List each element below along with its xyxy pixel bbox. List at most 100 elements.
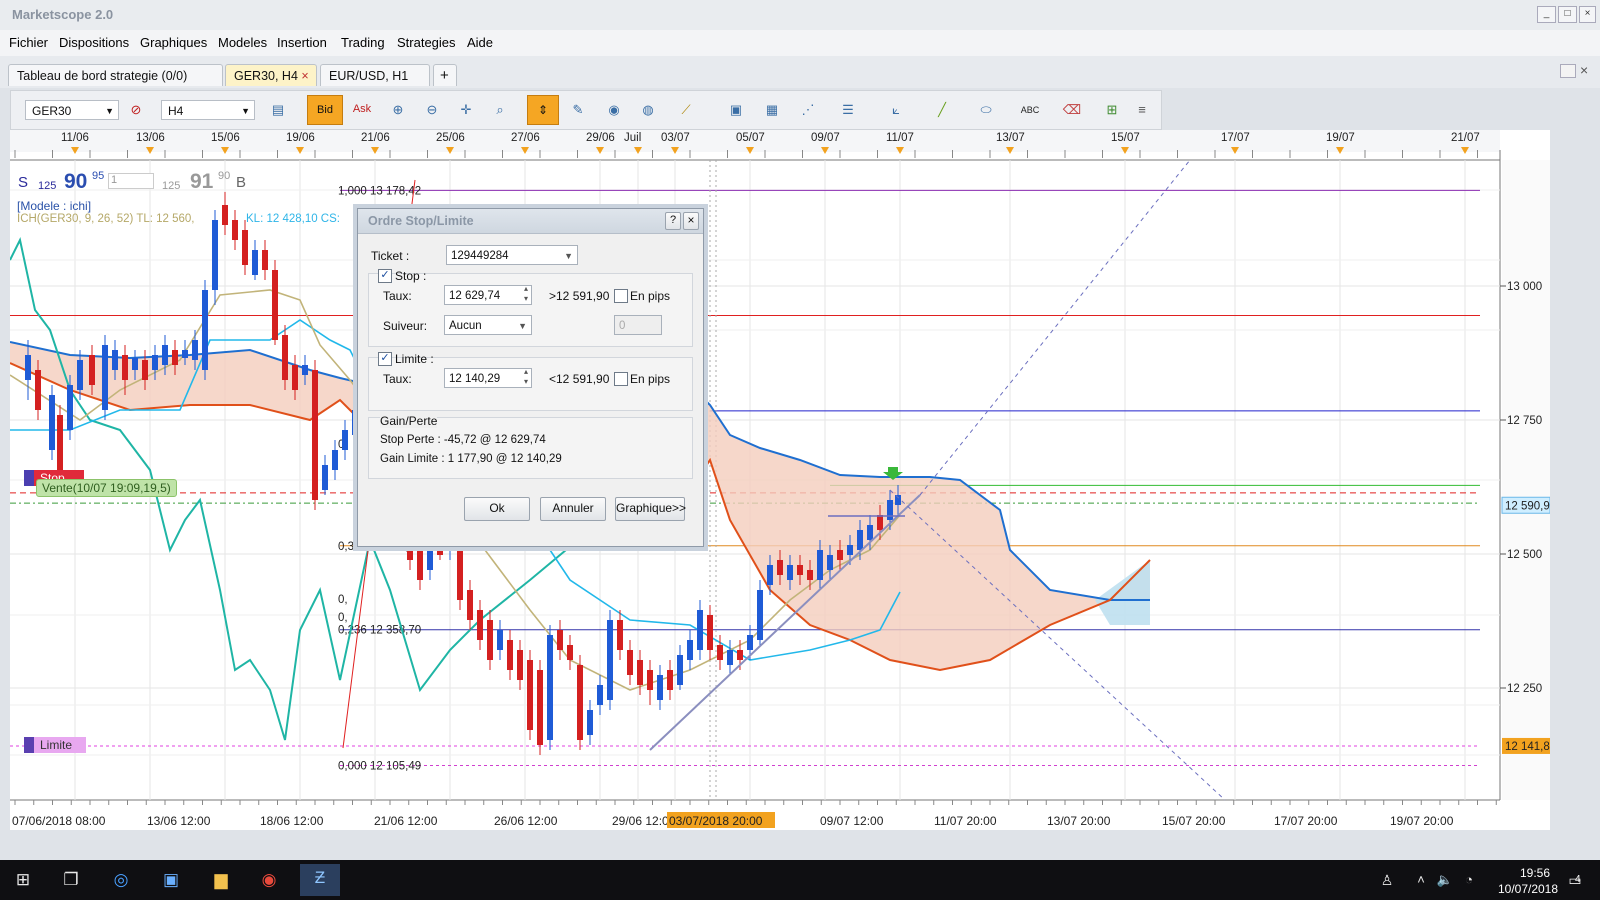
tab-dashboard[interactable]: Tableau de bord strategie (0/0) <box>8 64 223 86</box>
help-button[interactable]: ? <box>665 212 681 230</box>
current-price-label: 12 590,95 <box>1505 500 1550 512</box>
limit-rate-input[interactable]: 12 140,29 ▴ ▾ <box>444 367 532 388</box>
crosshair-icon[interactable]: ✛ <box>455 100 477 120</box>
people-icon[interactable]: ♙ <box>1370 866 1404 894</box>
limit-checkbox[interactable]: ✓ <box>378 352 392 366</box>
ok-button[interactable]: Ok <box>464 497 530 521</box>
bottom-date-label: 21/06 12:00 <box>374 814 438 828</box>
chart-button[interactable]: Graphique>> <box>615 497 686 521</box>
trend-tool-icon[interactable]: ⋰ <box>797 100 819 120</box>
close-button[interactable]: × <box>1579 6 1596 23</box>
calendar-icon[interactable]: ▦ <box>761 100 783 120</box>
eraser-icon[interactable]: ⌫ <box>1061 100 1083 120</box>
candle-body <box>262 250 268 270</box>
menu-dispositions[interactable]: Dispositions <box>59 35 129 50</box>
image-icon[interactable]: ▣ <box>725 100 747 120</box>
remove-indicator-icon[interactable]: ⊘ <box>125 100 147 120</box>
zoom-out-icon[interactable]: ⊖ <box>421 100 443 120</box>
chrome-icon[interactable]: ◉ <box>252 866 286 894</box>
stop-pips-checkbox[interactable] <box>614 289 628 303</box>
network-icon[interactable]: ◔ <box>1452 866 1486 894</box>
menu-insertion[interactable]: Insertion <box>277 35 327 50</box>
eye-icon[interactable]: ◉ <box>603 100 625 120</box>
period-select[interactable]: H4 ▼ <box>161 100 255 120</box>
candle-body <box>707 615 713 650</box>
tab-eurusd[interactable]: EUR/USD, H1 <box>320 64 430 86</box>
candle-body <box>77 360 83 390</box>
ticket-select[interactable]: 129449284 ▼ <box>446 245 578 265</box>
ruler-icon[interactable]: ⟋ <box>675 100 697 120</box>
add-tab-button[interactable]: + <box>433 64 457 86</box>
limit-pips-checkbox[interactable] <box>614 372 628 386</box>
bottom-date-label: 18/06 12:00 <box>260 814 324 828</box>
maximize-button[interactable]: □ <box>1558 6 1577 23</box>
dialog-titlebar[interactable]: Ordre Stop/Limite ? × <box>358 209 703 234</box>
buy-price[interactable]: 91 <box>190 170 213 194</box>
marketscope-taskbar-icon[interactable]: Ƶ <box>300 864 340 896</box>
zoom-in-icon[interactable]: ⊕ <box>387 100 409 120</box>
chevron-down-icon: ▼ <box>564 251 573 261</box>
cancel-button[interactable]: Annuler <box>540 497 606 521</box>
candle-body <box>487 620 493 660</box>
sell-price[interactable]: 90 <box>64 170 87 194</box>
menu-modeles[interactable]: Modeles <box>218 35 267 50</box>
menu-strategies[interactable]: Strategies <box>397 35 456 50</box>
stop-checkbox[interactable]: ✓ <box>378 269 392 283</box>
spinner-icon[interactable]: ▴ ▾ <box>524 367 528 387</box>
chart-canvas[interactable]: 11/06 13/06 15/06 19/06 21/06 25/06 27/06 29/06… <box>10 130 1550 830</box>
candle-body <box>537 670 543 745</box>
tab-label: GER30, H4 <box>234 69 298 83</box>
minimize-button[interactable]: _ <box>1537 6 1556 23</box>
edit-icon[interactable]: ✎ <box>567 100 589 120</box>
chart-type-icon[interactable]: ▤ <box>267 100 289 120</box>
ellipse-tool-icon[interactable]: ⬭ <box>975 100 997 120</box>
trailing-select[interactable]: Aucun ▼ <box>444 315 532 335</box>
symbol-value: GER30 <box>32 104 72 118</box>
app-icon-teamviewer[interactable]: ◎ <box>104 866 138 894</box>
snap-cursor-icon[interactable]: ⇕ <box>527 95 559 125</box>
app-icon-controlpanel[interactable]: ▣ <box>154 866 188 894</box>
clock-time[interactable]: 19:56 <box>1505 866 1565 880</box>
file-explorer-icon[interactable]: ▆ <box>204 866 238 894</box>
bottom-date-label: 29/06 12:00 <box>612 814 676 828</box>
quote-box: S 125 90 95 1 125 91 90 B <box>16 170 251 196</box>
stop-rate-input[interactable]: 12 629,74 ▴ ▾ <box>444 284 532 305</box>
menu-aide[interactable]: Aide <box>467 35 493 50</box>
candle-body <box>817 550 823 580</box>
line-tool-icon[interactable]: ╱ <box>931 100 953 120</box>
price-chart[interactable]: 11/06 13/06 15/06 19/06 21/06 25/06 27/06 29/06… <box>10 130 1550 830</box>
stop-pips-label: En pips <box>630 289 671 303</box>
menu-graphiques[interactable]: Graphiques <box>140 35 207 50</box>
amount-input[interactable]: 1 <box>108 173 154 189</box>
text-tool-icon[interactable]: ABC <box>1019 100 1041 120</box>
globe-icon[interactable]: ◍ <box>637 100 659 120</box>
sell-order-tag[interactable]: Vente(10/07 19:09,19,5) <box>36 479 177 497</box>
menu-fichier[interactable]: Fichier <box>9 35 48 50</box>
candle-body <box>587 710 593 735</box>
ask-button[interactable]: Ask <box>345 95 379 123</box>
panel-close-icon[interactable]: × <box>1580 62 1588 78</box>
windows-start-icon[interactable]: ⊞ <box>6 866 40 894</box>
candle-body <box>342 430 348 450</box>
limit-tag[interactable]: Limite <box>24 737 86 753</box>
limit-rate-value: 12 140,29 <box>449 373 501 385</box>
tab-close-icon[interactable]: × <box>301 69 308 83</box>
spinner-icon[interactable]: ▴ ▾ <box>524 284 528 304</box>
task-view-icon[interactable]: ❐ <box>54 866 88 894</box>
tab-ger30[interactable]: GER30, H4 × <box>225 64 317 86</box>
dialog-close-button[interactable]: × <box>683 212 699 230</box>
panel-restore-icon[interactable] <box>1560 64 1576 78</box>
top-date-label: 29/06 <box>586 132 615 144</box>
hierarchy-icon[interactable]: ⊞ <box>1101 100 1123 120</box>
menu-trading[interactable]: Trading <box>341 35 385 50</box>
more-tools-icon[interactable]: ≡ <box>1131 100 1153 120</box>
tab-label: Tableau de bord strategie (0/0) <box>17 69 188 83</box>
fan-tool-icon[interactable]: ⟀ <box>885 100 907 120</box>
fib-level-label: 1,000 13 178,42 <box>338 185 421 197</box>
trailing-pips-input[interactable]: 0 <box>614 315 662 335</box>
zoom-rect-icon[interactable]: ⌕ <box>489 100 511 120</box>
symbol-select[interactable]: GER30 ▼ <box>25 100 119 120</box>
horizontal-line-icon[interactable]: ☰ <box>837 100 859 120</box>
fib-partial-label: 0, <box>338 594 348 606</box>
bid-button[interactable]: Bid <box>307 95 343 125</box>
